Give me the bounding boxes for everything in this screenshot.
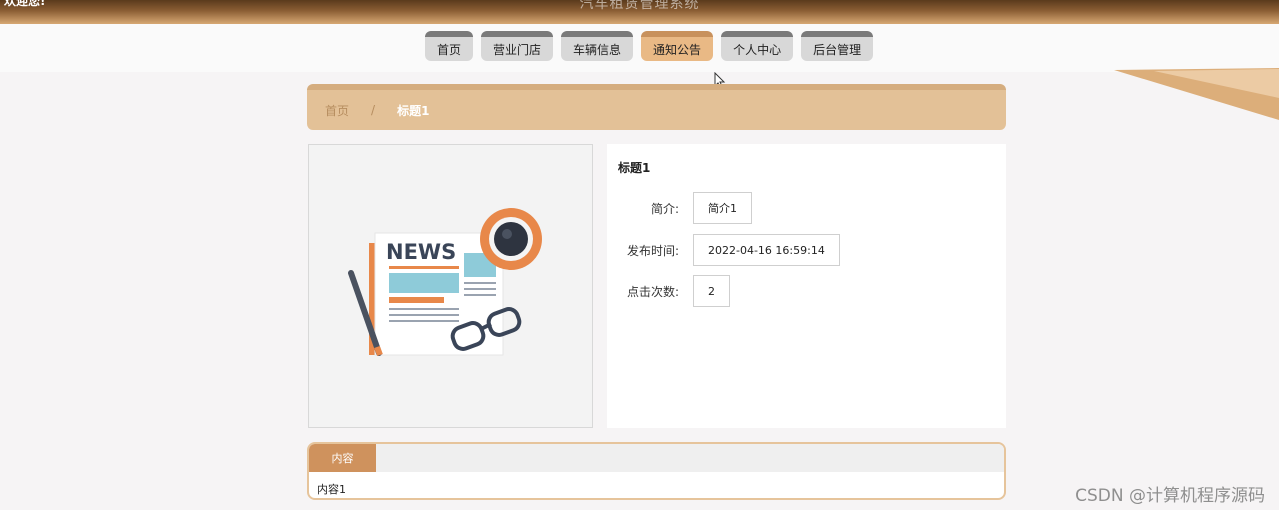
notice-title: 标题1 bbox=[618, 161, 651, 175]
content-panel: 内容 内容1 bbox=[307, 442, 1006, 500]
nav-item-stores[interactable]: 营业门店 bbox=[481, 31, 554, 61]
field-publish-time-value: 2022-04-16 16:59:14 bbox=[693, 234, 840, 266]
field-publish-time-label: 发布时间: bbox=[626, 243, 679, 258]
news-illustration-icon: NEWS bbox=[348, 208, 542, 357]
breadcrumb-separator: / bbox=[371, 103, 376, 117]
nav-item-vehicles[interactable]: 车辆信息 bbox=[561, 31, 634, 61]
nav-item-notices[interactable]: 通知公告 bbox=[641, 31, 714, 61]
system-title: 汽车租赁管理系统 bbox=[579, 0, 700, 12]
notice-image: NEWS bbox=[308, 144, 593, 428]
breadcrumb-current: 标题1 bbox=[397, 103, 430, 118]
content-tabs: 内容 bbox=[309, 444, 1004, 472]
nav-item-profile[interactable]: 个人中心 bbox=[721, 31, 794, 61]
top-header-bar: 欢迎您! 汽车租赁管理系统 bbox=[0, 0, 1279, 24]
field-summary-value: 简介1 bbox=[693, 192, 752, 224]
content-body: 内容1 bbox=[317, 483, 346, 496]
breadcrumb: 首页 / 标题1 bbox=[307, 84, 1006, 130]
watermark: CSDN @计算机程序源码 bbox=[1075, 486, 1265, 506]
news-text: NEWS bbox=[386, 240, 456, 264]
field-summary-label: 简介: bbox=[650, 201, 679, 216]
field-click-count-value: 2 bbox=[693, 275, 730, 307]
field-click-count: 点击次数: 2 bbox=[607, 275, 730, 307]
tab-content[interactable]: 内容 bbox=[309, 444, 376, 472]
nav-item-home[interactable]: 首页 bbox=[425, 31, 474, 61]
notice-detail-panel: 标题1 简介: 简介1 发布时间: 2022-04-16 16:59:14 点击… bbox=[607, 144, 1006, 428]
corner-decoration bbox=[1114, 68, 1279, 120]
field-click-count-label: 点击次数: bbox=[626, 284, 679, 299]
nav-item-admin[interactable]: 后台管理 bbox=[801, 31, 874, 61]
field-summary: 简介: 简介1 bbox=[607, 192, 752, 224]
breadcrumb-home-link[interactable]: 首页 bbox=[325, 102, 349, 119]
field-publish-time: 发布时间: 2022-04-16 16:59:14 bbox=[607, 234, 840, 266]
main-nav: 首页 营业门店 车辆信息 通知公告 个人中心 后台管理 bbox=[425, 31, 874, 61]
